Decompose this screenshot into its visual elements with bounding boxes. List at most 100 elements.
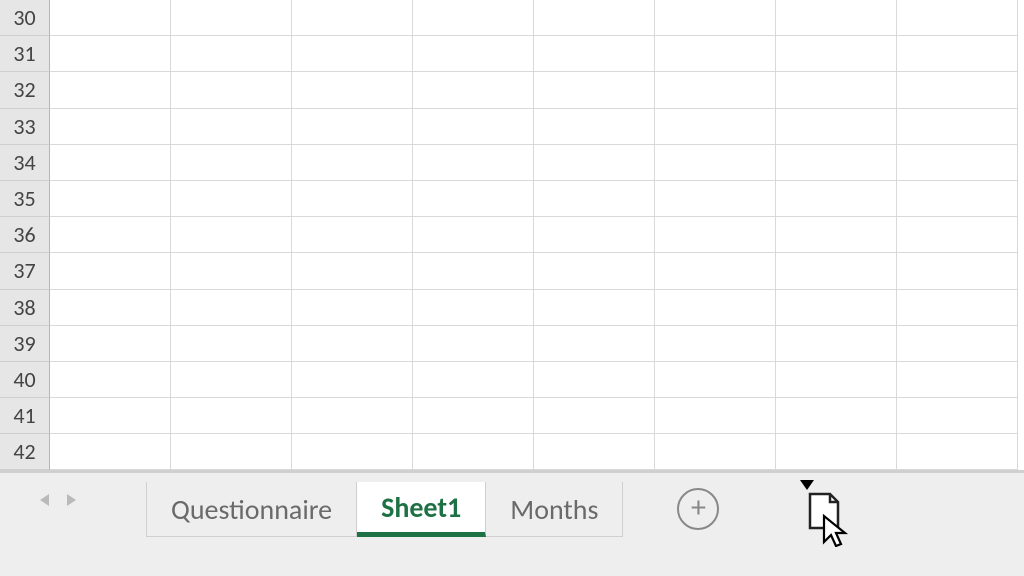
row-header[interactable]: 41 xyxy=(0,398,50,434)
cell[interactable] xyxy=(50,217,171,253)
cell[interactable] xyxy=(534,217,655,253)
cell[interactable] xyxy=(50,181,171,217)
cell[interactable] xyxy=(776,72,897,108)
cell[interactable] xyxy=(413,109,534,145)
cell[interactable] xyxy=(50,36,171,72)
cell[interactable] xyxy=(776,217,897,253)
cell[interactable] xyxy=(50,290,171,326)
cell[interactable] xyxy=(413,145,534,181)
cell[interactable] xyxy=(776,290,897,326)
cell[interactable] xyxy=(171,398,292,434)
cell[interactable] xyxy=(776,181,897,217)
cell[interactable] xyxy=(413,253,534,289)
cell[interactable] xyxy=(776,434,897,470)
cell[interactable] xyxy=(292,181,413,217)
cell[interactable] xyxy=(413,217,534,253)
row-header[interactable]: 34 xyxy=(0,145,50,181)
cell[interactable] xyxy=(897,253,1018,289)
cell[interactable] xyxy=(413,181,534,217)
cell[interactable] xyxy=(776,253,897,289)
cell[interactable] xyxy=(897,326,1018,362)
cell[interactable] xyxy=(776,145,897,181)
cell[interactable] xyxy=(655,290,776,326)
cell[interactable] xyxy=(50,326,171,362)
cell[interactable] xyxy=(171,72,292,108)
row-header[interactable]: 42 xyxy=(0,434,50,470)
cell[interactable] xyxy=(292,109,413,145)
row-header[interactable]: 39 xyxy=(0,326,50,362)
cell[interactable] xyxy=(292,398,413,434)
cell[interactable] xyxy=(413,290,534,326)
cell[interactable] xyxy=(897,290,1018,326)
cell[interactable] xyxy=(292,36,413,72)
cell[interactable] xyxy=(292,253,413,289)
cell[interactable] xyxy=(292,434,413,470)
spreadsheet-grid[interactable]: 30313233343536373839404142 xyxy=(0,0,1024,471)
row-header[interactable]: 36 xyxy=(0,217,50,253)
row-header[interactable]: 37 xyxy=(0,253,50,289)
sheet-tab-sheet1[interactable]: Sheet1 xyxy=(357,482,486,537)
cell[interactable] xyxy=(534,181,655,217)
sheet-tab-months[interactable]: Months xyxy=(486,482,623,537)
cell[interactable] xyxy=(655,145,776,181)
cell[interactable] xyxy=(897,0,1018,36)
cell[interactable] xyxy=(292,72,413,108)
tab-nav-prev-icon[interactable] xyxy=(40,494,49,506)
cell[interactable] xyxy=(897,181,1018,217)
cell[interactable] xyxy=(655,181,776,217)
row-header[interactable]: 31 xyxy=(0,36,50,72)
cell[interactable] xyxy=(776,326,897,362)
cell[interactable] xyxy=(171,434,292,470)
cell[interactable] xyxy=(897,398,1018,434)
cell[interactable] xyxy=(171,36,292,72)
cell[interactable] xyxy=(655,109,776,145)
row-header[interactable]: 35 xyxy=(0,181,50,217)
cell[interactable] xyxy=(534,36,655,72)
cell[interactable] xyxy=(776,0,897,36)
cell[interactable] xyxy=(897,72,1018,108)
cell[interactable] xyxy=(171,362,292,398)
cell[interactable] xyxy=(413,434,534,470)
row-header[interactable]: 32 xyxy=(0,72,50,108)
cell[interactable] xyxy=(655,36,776,72)
cell[interactable] xyxy=(897,36,1018,72)
cell[interactable] xyxy=(776,362,897,398)
cell[interactable] xyxy=(534,290,655,326)
cell[interactable] xyxy=(897,434,1018,470)
cell[interactable] xyxy=(292,326,413,362)
cell[interactable] xyxy=(897,217,1018,253)
cell[interactable] xyxy=(50,0,171,36)
cell[interactable] xyxy=(776,36,897,72)
cell[interactable] xyxy=(171,217,292,253)
row-header[interactable]: 33 xyxy=(0,109,50,145)
cell[interactable] xyxy=(171,145,292,181)
cell[interactable] xyxy=(655,434,776,470)
cell[interactable] xyxy=(50,362,171,398)
cell[interactable] xyxy=(534,326,655,362)
cell[interactable] xyxy=(50,145,171,181)
cell[interactable] xyxy=(413,0,534,36)
cell[interactable] xyxy=(897,362,1018,398)
cell[interactable] xyxy=(413,326,534,362)
sheet-tab-questionnaire[interactable]: Questionnaire xyxy=(146,482,357,537)
cell[interactable] xyxy=(655,326,776,362)
cell[interactable] xyxy=(413,36,534,72)
cell[interactable] xyxy=(655,217,776,253)
cell[interactable] xyxy=(292,362,413,398)
cell[interactable] xyxy=(534,434,655,470)
tab-nav-next-icon[interactable] xyxy=(67,494,76,506)
cell[interactable] xyxy=(534,72,655,108)
cell[interactable] xyxy=(50,109,171,145)
cell[interactable] xyxy=(50,434,171,470)
cell[interactable] xyxy=(534,398,655,434)
cell[interactable] xyxy=(534,253,655,289)
cell[interactable] xyxy=(413,72,534,108)
cell[interactable] xyxy=(171,181,292,217)
cell[interactable] xyxy=(655,253,776,289)
cell[interactable] xyxy=(413,362,534,398)
cell[interactable] xyxy=(292,217,413,253)
cell[interactable] xyxy=(50,72,171,108)
cell[interactable] xyxy=(897,145,1018,181)
cell[interactable] xyxy=(171,290,292,326)
cell[interactable] xyxy=(413,398,534,434)
